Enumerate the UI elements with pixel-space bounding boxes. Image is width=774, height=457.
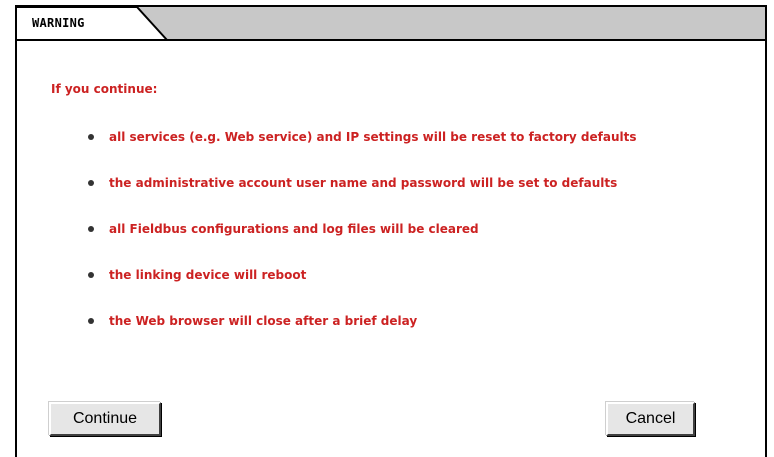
- list-item-text: the linking device will reboot: [109, 268, 307, 282]
- continue-button[interactable]: Continue: [49, 402, 161, 436]
- bullet-icon: [88, 134, 94, 140]
- list-item-text: the administrative account user name and…: [109, 176, 618, 190]
- bullet-icon: [88, 180, 94, 186]
- bullet-icon: [88, 318, 94, 324]
- list-item-text: all services (e.g. Web service) and IP s…: [109, 130, 637, 144]
- list-item-text: all Fieldbus configurations and log file…: [109, 222, 479, 236]
- intro-text: If you continue:: [51, 82, 158, 96]
- tab-warning[interactable]: WARNING: [32, 16, 85, 30]
- warning-panel: WARNING If you continue: all services (e…: [15, 5, 767, 457]
- bullet-icon: [88, 272, 94, 278]
- cancel-button[interactable]: Cancel: [606, 402, 695, 436]
- bullet-icon: [88, 226, 94, 232]
- tab-divider: [17, 39, 765, 41]
- list-item-text: the Web browser will close after a brief…: [109, 314, 418, 328]
